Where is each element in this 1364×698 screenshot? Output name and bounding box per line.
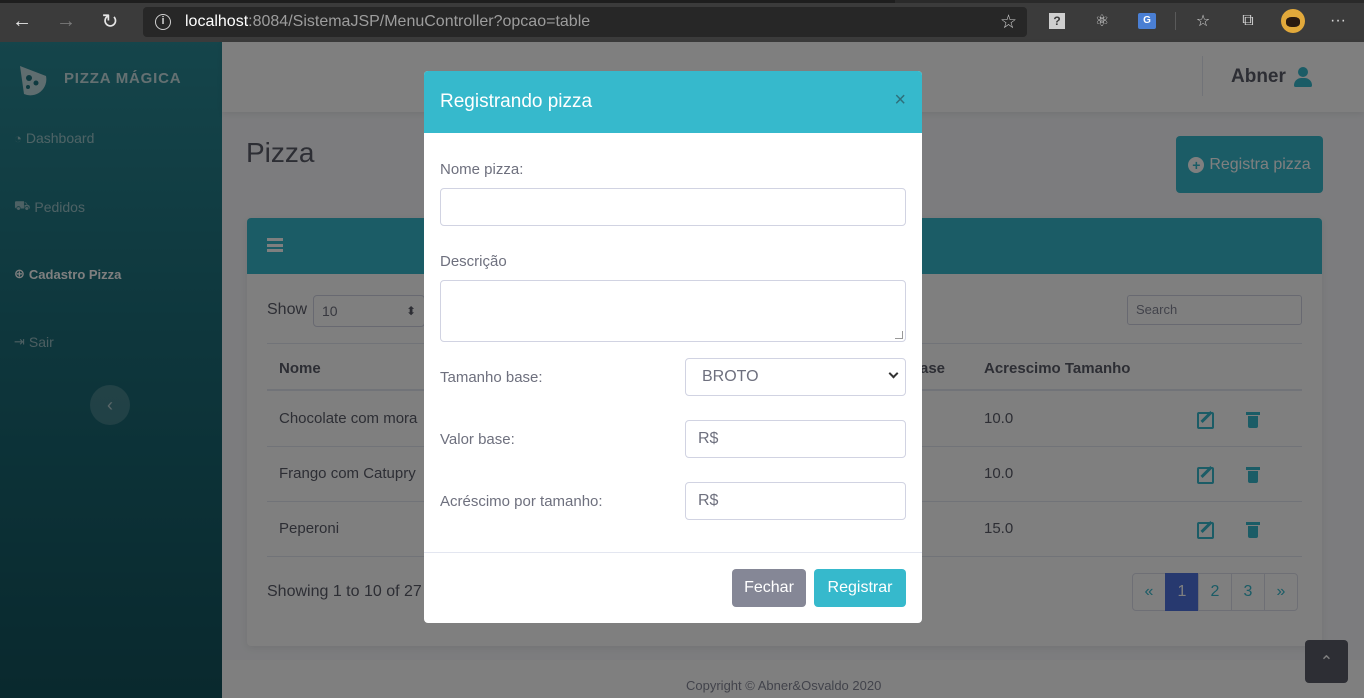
favorite-star-icon[interactable]: ☆ — [1000, 11, 1017, 34]
descricao-label: Descrição — [440, 253, 507, 270]
translate-extension-icon[interactable]: G — [1130, 0, 1164, 42]
back-arrow-icon[interactable]: ← — [0, 0, 44, 42]
acrescimo-label: Acréscimo por tamanho: — [440, 493, 603, 510]
favorites-list-icon[interactable]: ☆ — [1186, 0, 1220, 42]
info-icon[interactable]: i — [155, 14, 171, 30]
toolbar-divider — [1175, 12, 1176, 30]
modal-title: Registrando pizza — [440, 91, 593, 112]
valor-base-label: Valor base: — [440, 431, 515, 448]
tamanho-base-label: Tamanho base: — [440, 369, 543, 386]
refresh-icon[interactable]: ↻ — [88, 0, 132, 42]
registrar-button[interactable]: Registrar — [814, 569, 906, 607]
chevron-down-icon — [888, 368, 899, 379]
nome-pizza-input[interactable] — [440, 188, 906, 226]
tamanho-base-select[interactable]: BROTO — [685, 358, 906, 396]
collections-icon[interactable]: ⧉ — [1231, 0, 1265, 42]
help-extension-icon[interactable]: ? — [1040, 0, 1074, 42]
modal-header: Registrando pizza × — [424, 71, 922, 133]
address-bar[interactable]: i localhost:8084/SistemaJSP/MenuControll… — [143, 7, 1027, 37]
valor-base-input[interactable]: R$ — [685, 420, 906, 458]
active-tab-indicator — [0, 0, 895, 3]
register-pizza-modal: Registrando pizza × Nome pizza: Descriçã… — [424, 71, 922, 623]
modal-footer: Fechar Registrar — [424, 552, 922, 623]
react-extension-icon[interactable]: ⚛ — [1085, 0, 1119, 42]
forward-arrow-icon[interactable]: → — [44, 0, 88, 42]
nome-pizza-label: Nome pizza: — [440, 161, 524, 178]
url-host: localhost — [185, 13, 249, 30]
more-menu-icon[interactable]: ··· — [1321, 0, 1355, 42]
extensions-area: ? ⚛ G ☆ ⧉ ··· — [1040, 0, 1364, 42]
profile-avatar-icon[interactable] — [1276, 0, 1310, 42]
close-icon[interactable]: × — [894, 89, 906, 112]
fechar-button[interactable]: Fechar — [732, 569, 806, 607]
browser-toolbar: ← → ↻ i localhost:8084/SistemaJSP/MenuCo… — [0, 0, 1364, 42]
tamanho-base-value: BROTO — [702, 368, 759, 385]
acrescimo-input[interactable]: R$ — [685, 482, 906, 520]
descricao-textarea[interactable] — [440, 280, 906, 342]
url-path: :8084/SistemaJSP/MenuController?opcao=ta… — [248, 13, 591, 30]
resize-handle[interactable] — [895, 331, 903, 339]
